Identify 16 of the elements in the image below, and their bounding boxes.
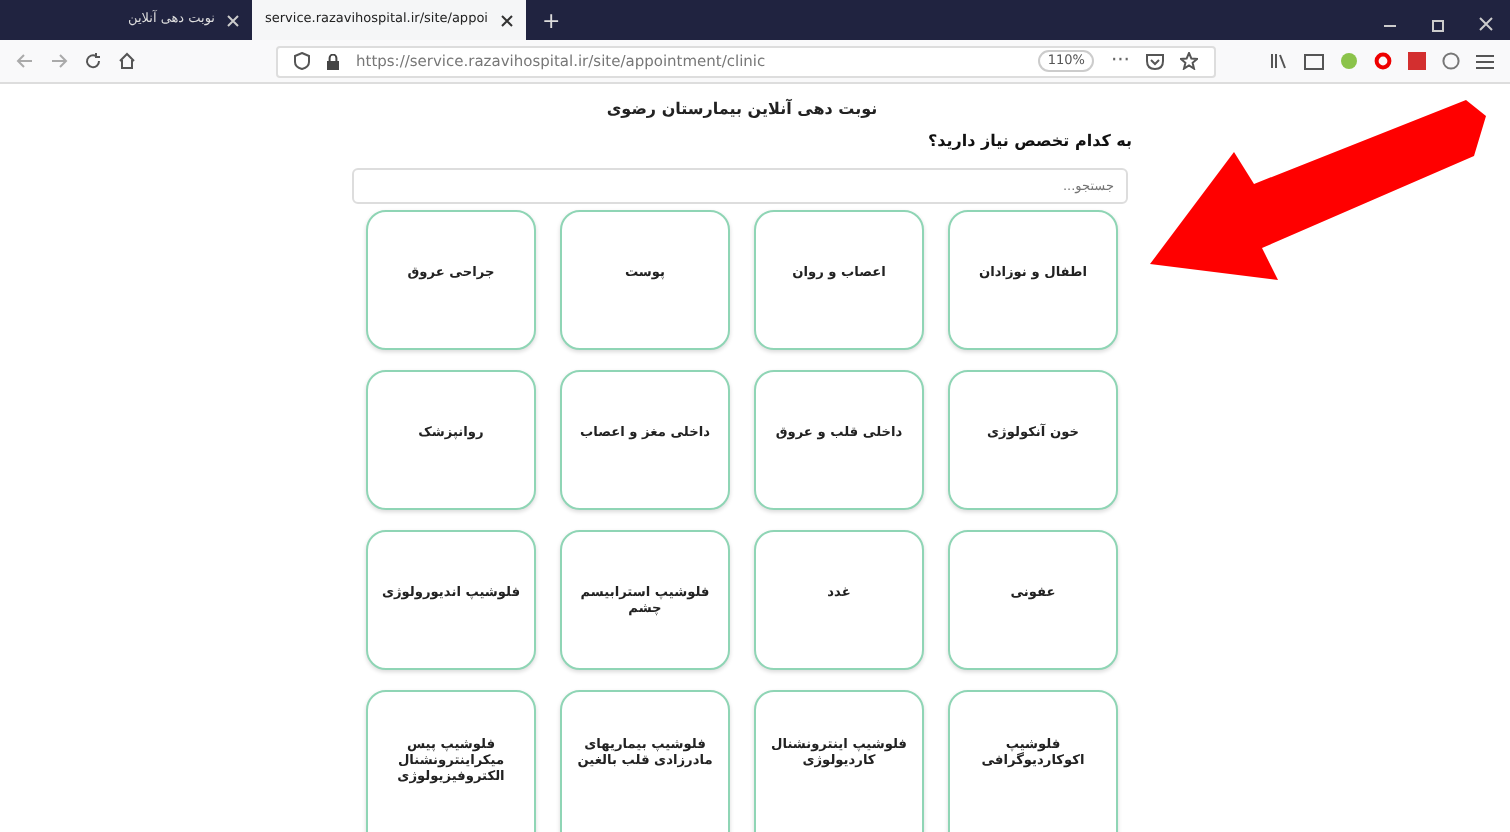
menu-icon[interactable] xyxy=(1476,53,1494,69)
page-actions-menu[interactable]: ··· xyxy=(1110,46,1130,76)
close-tab-icon[interactable] xyxy=(499,13,514,27)
pocket-icon[interactable] xyxy=(1146,53,1164,69)
new-tab-button[interactable]: + xyxy=(541,10,561,32)
lock-icon xyxy=(326,53,340,69)
home-icon[interactable] xyxy=(118,52,136,70)
page-title: نوبت دهی آنلاین بیمارستان رضوی xyxy=(606,100,878,120)
shield-icon[interactable] xyxy=(294,52,310,70)
sidebar-icon[interactable] xyxy=(1304,53,1324,69)
library-icon[interactable] xyxy=(1270,52,1288,70)
star-icon[interactable] xyxy=(1180,52,1198,70)
restore-icon[interactable] xyxy=(1430,16,1446,32)
close-icon[interactable] xyxy=(1478,16,1494,32)
reload-icon[interactable] xyxy=(84,52,102,70)
question-label: به کدام تخصص نیاز دارید؟ xyxy=(927,132,1132,150)
